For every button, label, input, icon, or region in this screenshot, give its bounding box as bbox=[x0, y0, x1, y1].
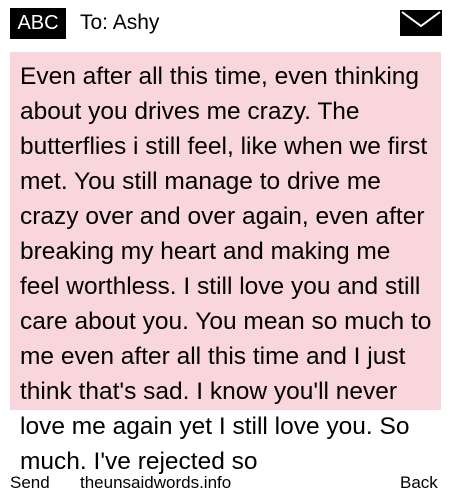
envelope-icon[interactable] bbox=[400, 10, 442, 36]
send-button[interactable]: Send bbox=[10, 472, 50, 494]
input-mode-badge[interactable]: ABC bbox=[10, 8, 66, 39]
back-button[interactable]: Back bbox=[400, 472, 438, 494]
message-text: Even after all this time, even thinking … bbox=[20, 63, 432, 475]
site-watermark: theunsaidwords.info bbox=[80, 473, 232, 492]
recipient-label: To: Ashy bbox=[80, 11, 160, 34]
header-bar: ABC To: Ashy bbox=[0, 0, 450, 46]
